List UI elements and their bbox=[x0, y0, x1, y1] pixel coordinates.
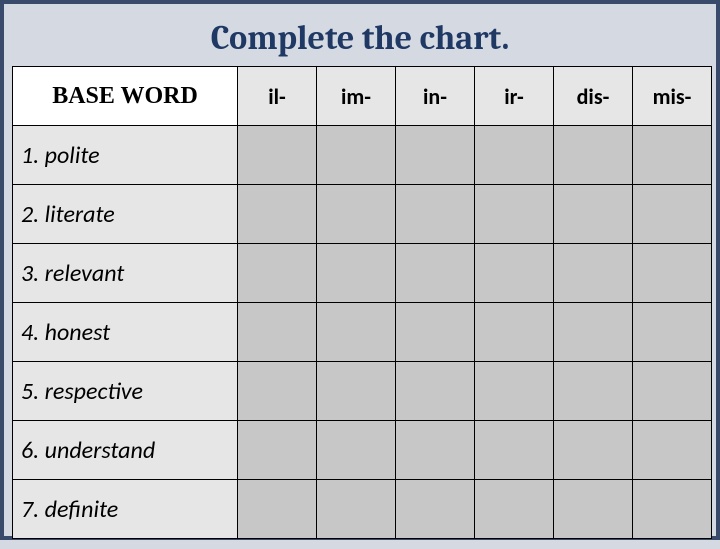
base-word-cell: 4. honest bbox=[13, 303, 238, 362]
answer-cell[interactable] bbox=[475, 480, 554, 539]
base-word-cell: 7. definite bbox=[13, 480, 238, 539]
answer-cell[interactable] bbox=[475, 421, 554, 480]
answer-cell[interactable] bbox=[317, 362, 396, 421]
answer-cell[interactable] bbox=[396, 244, 475, 303]
answer-cell[interactable] bbox=[554, 480, 633, 539]
answer-cell[interactable] bbox=[238, 303, 317, 362]
header-prefix-mis: mis- bbox=[633, 67, 712, 126]
answer-cell[interactable] bbox=[554, 421, 633, 480]
answer-cell[interactable] bbox=[238, 244, 317, 303]
answer-cell[interactable] bbox=[317, 480, 396, 539]
answer-cell[interactable] bbox=[475, 244, 554, 303]
answer-cell[interactable] bbox=[554, 126, 633, 185]
header-prefix-im: im- bbox=[317, 67, 396, 126]
answer-cell[interactable] bbox=[633, 244, 712, 303]
answer-cell[interactable] bbox=[633, 421, 712, 480]
header-prefix-il: il- bbox=[238, 67, 317, 126]
chart-body: 1. polite 2. literate 3. relevant bbox=[13, 126, 712, 539]
base-word-cell: 6. understand bbox=[13, 421, 238, 480]
answer-cell[interactable] bbox=[554, 185, 633, 244]
answer-cell[interactable] bbox=[396, 126, 475, 185]
answer-cell[interactable] bbox=[633, 362, 712, 421]
prefix-chart-table: BASE WORD il- im- in- ir- dis- mis- 1. p… bbox=[12, 66, 712, 539]
answer-cell[interactable] bbox=[317, 185, 396, 244]
header-base-word: BASE WORD bbox=[13, 67, 238, 126]
answer-cell[interactable] bbox=[554, 362, 633, 421]
header-row: BASE WORD il- im- in- ir- dis- mis- bbox=[13, 67, 712, 126]
base-word-cell: 3. relevant bbox=[13, 244, 238, 303]
header-prefix-ir: ir- bbox=[475, 67, 554, 126]
answer-cell[interactable] bbox=[317, 303, 396, 362]
answer-cell[interactable] bbox=[396, 480, 475, 539]
header-prefix-dis: dis- bbox=[554, 67, 633, 126]
answer-cell[interactable] bbox=[238, 480, 317, 539]
answer-cell[interactable] bbox=[475, 126, 554, 185]
answer-cell[interactable] bbox=[317, 126, 396, 185]
answer-cell[interactable] bbox=[238, 185, 317, 244]
header-prefix-in: in- bbox=[396, 67, 475, 126]
table-row: 2. literate bbox=[13, 185, 712, 244]
base-word-cell: 5. respective bbox=[13, 362, 238, 421]
answer-cell[interactable] bbox=[475, 362, 554, 421]
base-word-cell: 1. polite bbox=[13, 126, 238, 185]
answer-cell[interactable] bbox=[238, 421, 317, 480]
answer-cell[interactable] bbox=[396, 421, 475, 480]
answer-cell[interactable] bbox=[633, 185, 712, 244]
answer-cell[interactable] bbox=[475, 303, 554, 362]
answer-cell[interactable] bbox=[238, 362, 317, 421]
page-title: Complete the chart. bbox=[4, 4, 716, 66]
answer-cell[interactable] bbox=[317, 244, 396, 303]
answer-cell[interactable] bbox=[396, 185, 475, 244]
answer-cell[interactable] bbox=[396, 362, 475, 421]
answer-cell[interactable] bbox=[475, 185, 554, 244]
chart-container: BASE WORD il- im- in- ir- dis- mis- 1. p… bbox=[4, 66, 716, 549]
answer-cell[interactable] bbox=[633, 303, 712, 362]
answer-cell[interactable] bbox=[554, 303, 633, 362]
answer-cell[interactable] bbox=[317, 421, 396, 480]
base-word-cell: 2. literate bbox=[13, 185, 238, 244]
answer-cell[interactable] bbox=[554, 244, 633, 303]
table-row: 6. understand bbox=[13, 421, 712, 480]
answer-cell[interactable] bbox=[238, 126, 317, 185]
table-row: 1. polite bbox=[13, 126, 712, 185]
table-row: 5. respective bbox=[13, 362, 712, 421]
table-row: 3. relevant bbox=[13, 244, 712, 303]
answer-cell[interactable] bbox=[396, 303, 475, 362]
answer-cell[interactable] bbox=[633, 480, 712, 539]
answer-cell[interactable] bbox=[633, 126, 712, 185]
table-row: 7. definite bbox=[13, 480, 712, 539]
table-row: 4. honest bbox=[13, 303, 712, 362]
